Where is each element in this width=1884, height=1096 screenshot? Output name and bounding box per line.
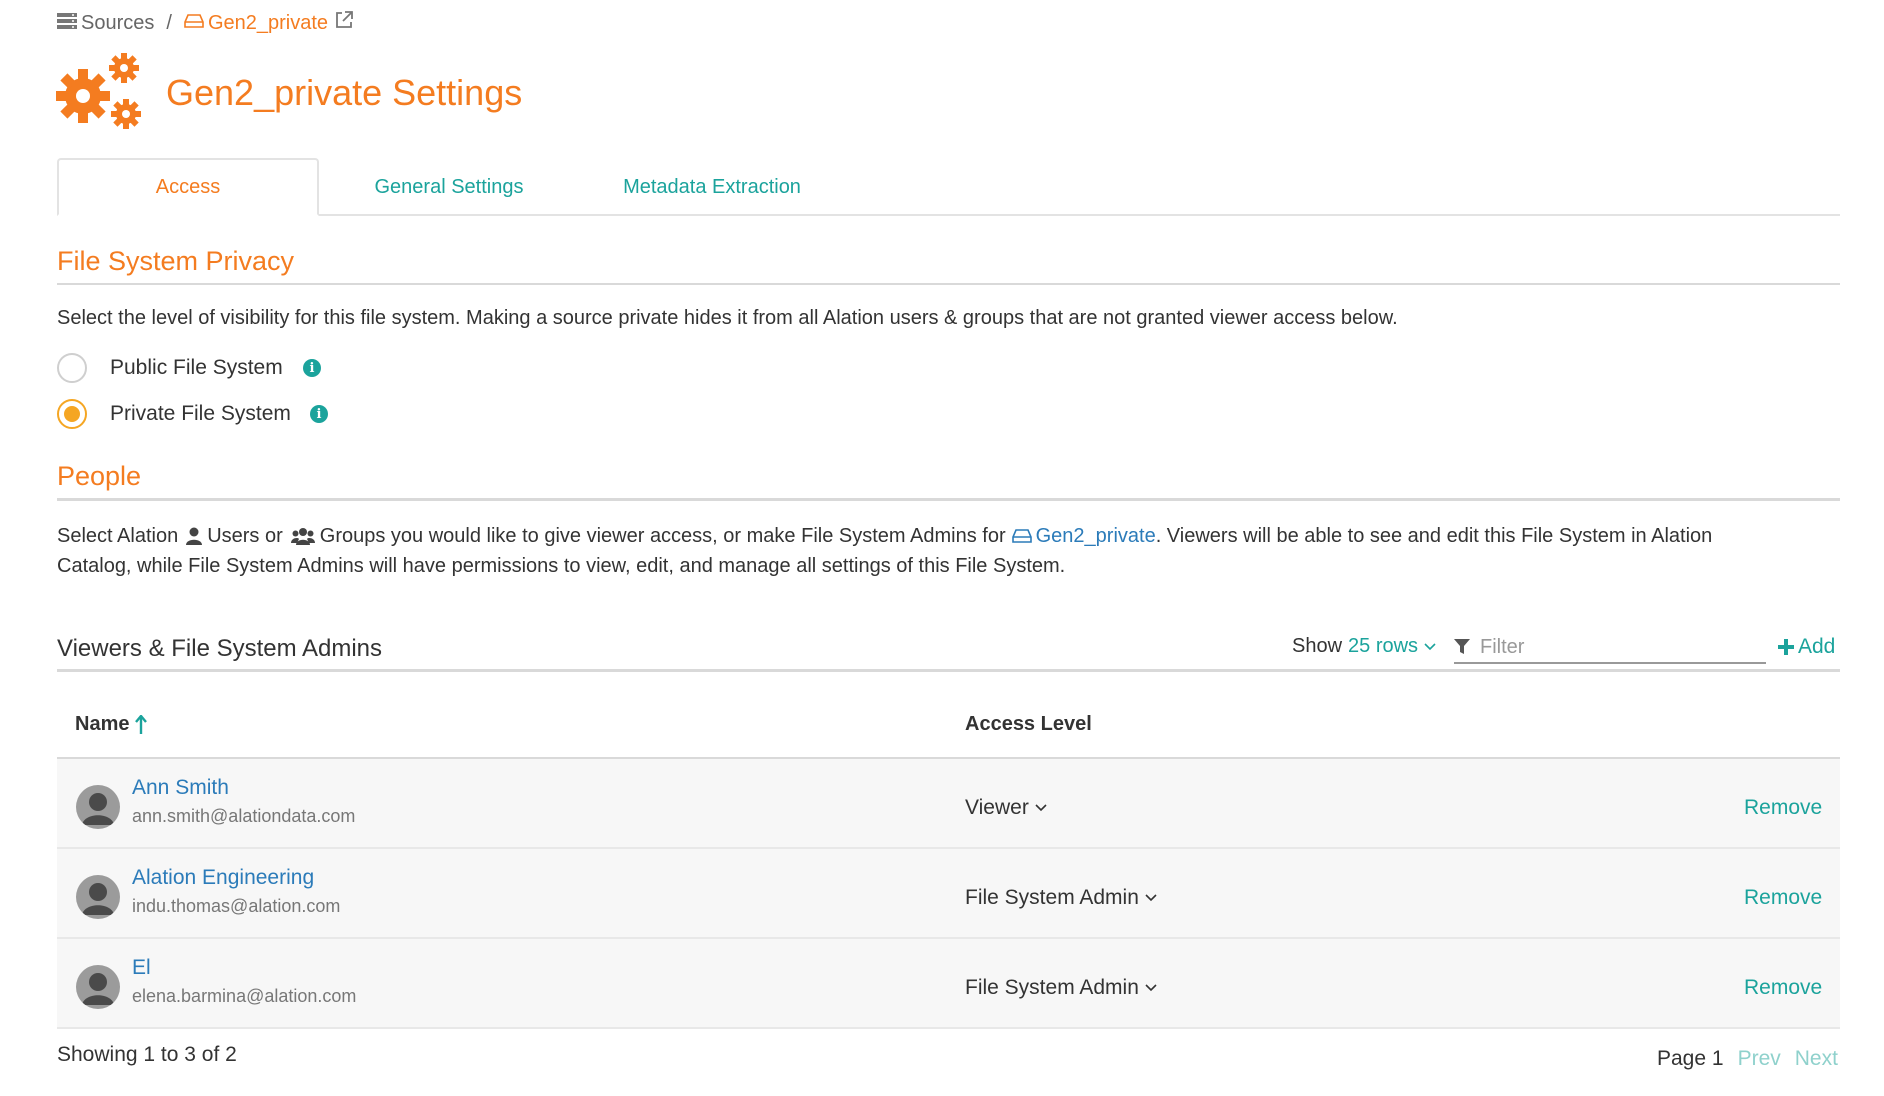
file-system-link[interactable]: Gen2_private — [1036, 521, 1156, 551]
filter-field[interactable] — [1454, 632, 1766, 664]
chevron-down-icon — [1035, 804, 1047, 812]
column-name-label: Name — [75, 713, 130, 735]
breadcrumb-sources-link[interactable]: Sources — [81, 12, 154, 35]
table-row — [57, 939, 1840, 1029]
row-email: indu.thomas@alation.com — [132, 896, 341, 916]
chevron-down-icon[interactable] — [1424, 642, 1436, 651]
private-info-icon[interactable]: i — [310, 405, 328, 423]
tabs-divider — [57, 214, 1840, 216]
page-title: Gen2_private Settings — [166, 72, 523, 113]
table-row — [57, 759, 1840, 849]
privacy-section-divider — [57, 283, 1840, 285]
remove-button[interactable]: Remove — [1744, 976, 1822, 1000]
prev-page-button[interactable]: Prev — [1738, 1047, 1781, 1071]
drive-link-icon — [1011, 528, 1032, 544]
drive-icon — [184, 12, 204, 35]
table-title: Viewers & File System Admins — [57, 635, 382, 662]
rows-per-page-dropdown[interactable]: 25 rows — [1348, 635, 1418, 658]
people-description-line2: Catalog, while File System Admins will h… — [57, 555, 1066, 577]
breadcrumb: Sources / Gen2_private — [57, 10, 358, 36]
tab-general-settings[interactable]: General Settings — [349, 158, 549, 216]
remove-button[interactable]: Remove — [1744, 886, 1822, 910]
access-level-dropdown[interactable]: File System Admin — [965, 976, 1157, 1000]
private-file-system-radio[interactable] — [57, 399, 87, 429]
people-desc-groups: Groups you would like to give viewer acc… — [319, 525, 1006, 547]
show-label: Show — [1292, 635, 1343, 657]
access-level-dropdown[interactable]: Viewer — [965, 796, 1047, 820]
filter-icon — [1454, 639, 1470, 655]
showing-count: Showing 1 to 3 of 2 — [57, 1043, 237, 1066]
chevron-down-icon — [1145, 894, 1157, 902]
privacy-description: Select the level of visibility for this … — [57, 307, 1398, 329]
breadcrumb-current-link[interactable]: Gen2_private — [208, 12, 328, 35]
people-description-line1: Select Alation Users or Groups you would… — [57, 521, 1712, 551]
breadcrumb-separator: / — [166, 11, 172, 34]
row-name-link[interactable]: El — [132, 956, 151, 980]
user-icon — [186, 527, 203, 545]
tab-metadata-extraction[interactable]: Metadata Extraction — [612, 158, 812, 216]
people-desc-part2: . Viewers will be able to see and edit t… — [1155, 525, 1713, 547]
access-level-value: File System Admin — [965, 886, 1139, 909]
add-label: Add — [1798, 635, 1836, 658]
people-section-divider — [57, 498, 1840, 501]
plus-icon — [1778, 639, 1794, 655]
public-file-system-radio[interactable] — [57, 353, 87, 383]
avatar — [76, 875, 120, 919]
external-link-icon[interactable] — [334, 10, 354, 36]
table-row — [57, 849, 1840, 939]
avatar — [76, 785, 120, 829]
access-level-dropdown[interactable]: File System Admin — [965, 886, 1157, 910]
remove-button[interactable]: Remove — [1744, 796, 1822, 820]
public-info-icon[interactable]: i — [303, 359, 321, 377]
tab-access[interactable]: Access — [57, 158, 319, 216]
row-email: ann.smith@alationdata.com — [132, 806, 356, 826]
filter-input[interactable] — [1480, 635, 1750, 659]
access-level-value: File System Admin — [965, 976, 1139, 999]
row-name-link[interactable]: Alation Engineering — [132, 866, 314, 890]
next-page-button[interactable]: Next — [1795, 1047, 1838, 1071]
public-file-system-label[interactable]: Public File System — [110, 356, 283, 380]
column-header-access-level[interactable]: Access Level — [965, 713, 1092, 736]
table-toolbar-divider — [57, 669, 1840, 672]
privacy-section-title: File System Privacy — [57, 246, 295, 276]
chevron-down-icon — [1145, 984, 1157, 992]
access-level-value: Viewer — [965, 796, 1029, 819]
group-icon — [290, 527, 315, 545]
avatar — [76, 965, 120, 1009]
show-rows-control: Show 25 rows — [1292, 635, 1436, 658]
people-desc-users: Users or — [207, 525, 283, 547]
row-name-link[interactable]: Ann Smith — [132, 776, 229, 800]
page-number: Page 1 — [1657, 1047, 1724, 1070]
column-header-name[interactable]: Name — [75, 713, 148, 736]
people-section-title: People — [57, 461, 142, 491]
server-icon — [57, 12, 77, 35]
add-button[interactable]: Add — [1778, 635, 1835, 659]
sort-ascending-icon[interactable] — [135, 714, 148, 735]
pagination: Page 1 Prev Next — [1657, 1047, 1838, 1071]
gears-icon — [56, 52, 146, 132]
row-email: elena.barmina@alation.com — [132, 986, 357, 1006]
private-file-system-label[interactable]: Private File System — [110, 402, 291, 426]
people-desc-part1: Select Alation — [57, 525, 179, 547]
